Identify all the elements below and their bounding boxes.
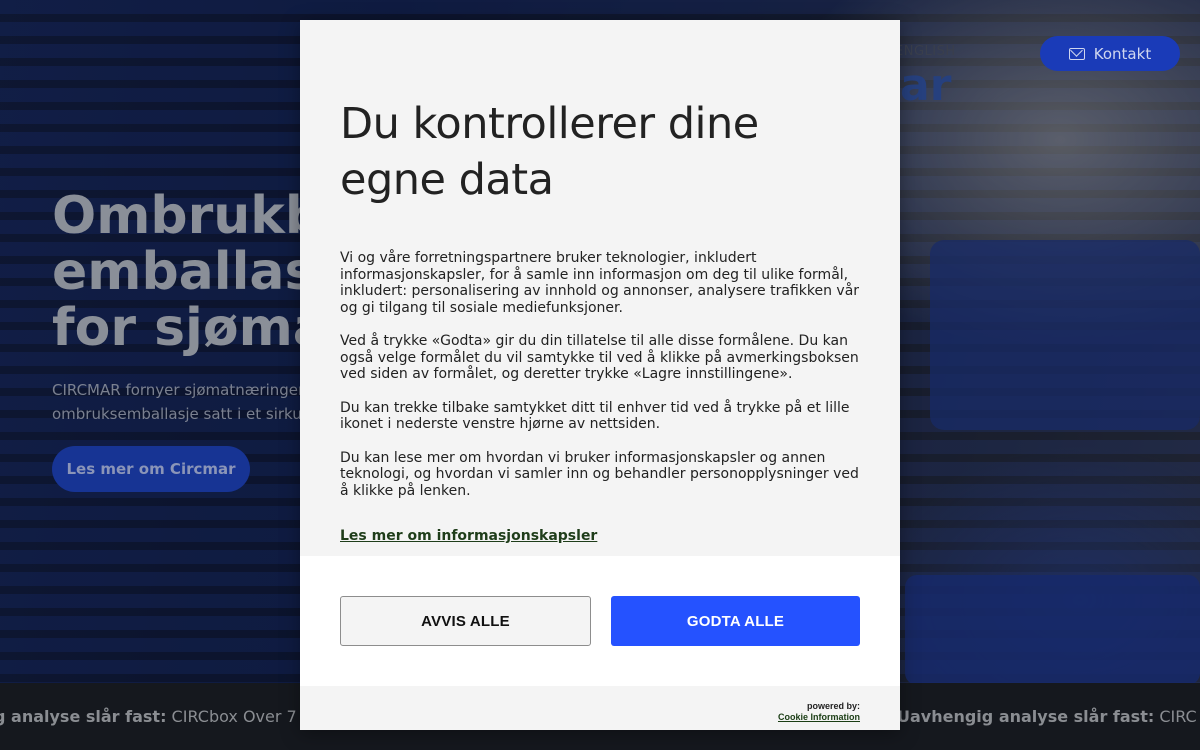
dialog-paragraph: Ved å trykke «Godta» gir du din tillatel… xyxy=(340,333,859,382)
hero-lead: CIRCMAR fornyer sjømatnæringen med ombru… xyxy=(52,378,300,426)
dialog-body: Vi og våre forretningspartnere bruker te… xyxy=(340,250,860,516)
ticker-item[interactable]: g analyse slår fast: CIRCbox Over 7 xyxy=(0,707,297,726)
powered-by-label: powered by: xyxy=(806,701,860,711)
dialog-paragraph: Vi og våre forretningspartnere bruker te… xyxy=(340,250,860,316)
ticker-item-text: CIRC xyxy=(1154,707,1197,726)
hero-lead-line: CIRCMAR fornyer sjømatnæringen med xyxy=(52,381,300,399)
hero-headline: Ombrukbar emballasje for sjømat xyxy=(52,188,312,356)
hero-headline-line: emballasje xyxy=(52,242,312,302)
dialog-title: Du kontrollerer dine egne data xyxy=(340,99,759,205)
dialog-paragraph: Du kan lese mer om hvordan vi bruker inf… xyxy=(340,449,859,499)
cookie-consent-dialog: Du kontrollerer dine egne data Vi og vår… xyxy=(300,20,900,730)
ticker-item[interactable]: Uavhengig analyse slår fast: CIRC xyxy=(897,707,1197,726)
language-switch[interactable]: ENGLISH xyxy=(895,44,956,59)
dialog-footer: powered by: Cookie Information xyxy=(300,686,900,730)
provider-link[interactable]: Cookie Information xyxy=(778,712,860,723)
ticker-item-bold: g analyse slår fast: xyxy=(0,707,167,726)
ticker-item-bold: Uavhengig analyse slår fast: xyxy=(897,707,1155,726)
button-area: AVVIS ALLE GODTA ALLE xyxy=(300,556,900,686)
cookie-info-link[interactable]: Les mer om informasjonskapsler xyxy=(340,528,597,544)
reject-all-button[interactable]: AVVIS ALLE xyxy=(340,596,591,646)
hero-headline-line: for sjømat xyxy=(52,298,312,356)
accept-all-button[interactable]: GODTA ALLE xyxy=(611,596,860,646)
read-more-button[interactable]: Les mer om Circmar xyxy=(52,446,250,492)
mail-icon xyxy=(1068,47,1085,60)
hero-lead-line: ombruksemballasje satt i et sirkulært sy… xyxy=(52,405,300,423)
hero-headline-line: Ombrukbar xyxy=(52,188,312,246)
site-logo[interactable]: ar xyxy=(900,60,951,111)
dialog-paragraph: Du kan trekke tilbake samtykket ditt til… xyxy=(340,399,850,433)
ticker-item-text: CIRCbox Over 7 xyxy=(166,707,297,726)
contact-label: Kontakt xyxy=(1093,44,1152,63)
contact-button[interactable]: Kontakt xyxy=(1040,36,1180,71)
powered-by: powered by: Cookie Information xyxy=(778,701,860,723)
